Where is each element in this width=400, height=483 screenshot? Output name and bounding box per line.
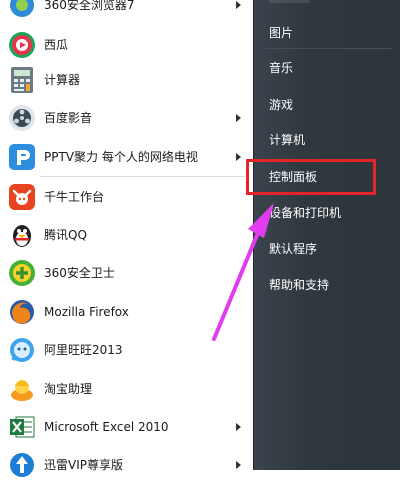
pptv-icon bbox=[6, 141, 38, 173]
right-item-default-programs[interactable]: 默认程序 bbox=[269, 240, 317, 257]
right-item-devices-printers[interactable]: 设备和打印机 bbox=[269, 204, 341, 221]
program-item-taobao-assistant[interactable]: 淘宝助理 bbox=[0, 370, 253, 407]
program-item-xigua[interactable]: 西瓜 bbox=[0, 26, 253, 63]
separator bbox=[262, 48, 392, 49]
xunlei-icon bbox=[6, 449, 38, 481]
program-label: 迅雷VIP尊享版 bbox=[44, 458, 123, 472]
program-label: 百度影音 bbox=[44, 111, 93, 125]
program-label: Microsoft Excel 2010 bbox=[44, 419, 169, 434]
program-item-excel[interactable]: Microsoft Excel 2010 bbox=[0, 408, 253, 445]
submenu-arrow-icon[interactable] bbox=[236, 113, 241, 122]
program-item-360-security[interactable]: 360安全卫士 bbox=[0, 254, 253, 291]
program-label: 360安全浏览器7 bbox=[44, 0, 135, 12]
programs-pane: 360安全浏览器7 西瓜 计算器 百度影音 PPTV聚力 每个人的网络电视 千牛… bbox=[0, 0, 253, 477]
program-label: 360安全卫士 bbox=[44, 266, 115, 280]
cropped-item-label bbox=[269, 0, 309, 3]
program-item-calculator[interactable]: 计算器 bbox=[0, 61, 253, 98]
program-label: 计算器 bbox=[44, 73, 81, 87]
360-security-icon bbox=[6, 257, 38, 289]
program-item-360-browser[interactable]: 360安全浏览器7 bbox=[0, 0, 253, 23]
program-item-pptv[interactable]: PPTV聚力 每个人的网络电视 bbox=[0, 138, 253, 175]
aliwangwang-icon bbox=[6, 334, 38, 366]
program-label: PPTV聚力 每个人的网络电视 bbox=[44, 150, 198, 164]
right-item-games[interactable]: 游戏 bbox=[269, 96, 293, 113]
program-label: 腾讯QQ bbox=[44, 228, 87, 242]
qianniu-icon bbox=[6, 181, 38, 213]
right-pane: 图片 音乐 游戏 计算机 控制面板 设备和打印机 默认程序 帮助和支持 bbox=[253, 0, 400, 470]
right-item-computer[interactable]: 计算机 bbox=[269, 131, 305, 148]
baidu-player-icon bbox=[6, 102, 38, 134]
taobao-assistant-icon bbox=[6, 373, 38, 405]
360-browser-icon bbox=[6, 0, 38, 21]
program-label: Mozilla Firefox bbox=[44, 304, 129, 319]
submenu-arrow-icon[interactable] bbox=[236, 460, 241, 469]
right-item-pictures[interactable]: 图片 bbox=[269, 24, 293, 41]
program-item-aliwangwang[interactable]: 阿里旺旺2013 bbox=[0, 331, 253, 368]
right-item-help-support[interactable]: 帮助和支持 bbox=[269, 276, 329, 293]
program-item-baidu-player[interactable]: 百度影音 bbox=[0, 99, 253, 136]
excel-icon bbox=[6, 411, 38, 443]
qq-penguin-icon bbox=[6, 219, 38, 251]
highlight-box bbox=[246, 159, 376, 195]
program-label: 西瓜 bbox=[44, 38, 69, 52]
submenu-arrow-icon[interactable] bbox=[236, 0, 241, 9]
separator bbox=[40, 176, 245, 177]
calculator-icon bbox=[6, 64, 38, 96]
program-item-qq[interactable]: 腾讯QQ bbox=[0, 216, 253, 253]
program-label: 阿里旺旺2013 bbox=[44, 343, 123, 357]
xigua-icon bbox=[6, 29, 38, 61]
submenu-arrow-icon[interactable] bbox=[236, 422, 241, 431]
program-label: 千牛工作台 bbox=[44, 190, 105, 204]
firefox-icon bbox=[6, 296, 38, 328]
right-item-music[interactable]: 音乐 bbox=[269, 59, 293, 76]
program-item-xunlei[interactable]: 迅雷VIP尊享版 bbox=[0, 446, 253, 483]
submenu-arrow-icon[interactable] bbox=[236, 152, 241, 161]
program-item-firefox[interactable]: Mozilla Firefox bbox=[0, 293, 253, 330]
program-label: 淘宝助理 bbox=[44, 382, 93, 396]
program-item-qianniu[interactable]: 千牛工作台 bbox=[0, 178, 253, 215]
